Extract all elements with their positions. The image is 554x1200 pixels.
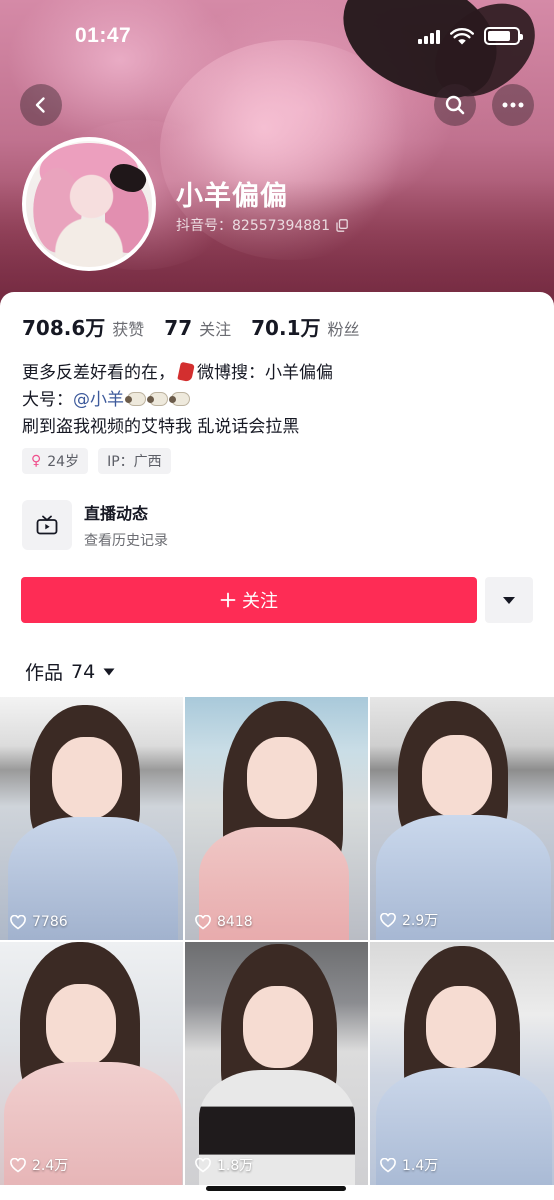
- like-count-text: 8418: [217, 914, 253, 930]
- heart-icon: [10, 1157, 26, 1172]
- douyin-id[interactable]: 抖音号：82557394881: [176, 215, 348, 235]
- thumbnail-art: [426, 986, 496, 1068]
- thumbnail-art: [46, 984, 116, 1066]
- thumbnail-art: [52, 737, 122, 819]
- thumbnail-art: [243, 986, 313, 1068]
- status-time: 01:47: [75, 24, 132, 47]
- like-count: 1.8万: [195, 1155, 253, 1175]
- tv-icon: [36, 515, 58, 535]
- live-text: 直播动态 查看历史记录: [84, 500, 168, 550]
- douyin-id-text: 抖音号：82557394881: [176, 218, 330, 234]
- stat-likes[interactable]: 708.6万 获赞: [22, 312, 144, 341]
- stat-label: 关注: [199, 320, 232, 339]
- heart-icon: [380, 1157, 396, 1172]
- stat-label: 获赞: [112, 320, 145, 339]
- tags-row: ♀ 24岁 IP：广西: [22, 448, 171, 474]
- video-thumbnail[interactable]: 2.4万: [0, 942, 183, 1185]
- bio-text: 大号：: [22, 390, 73, 410]
- recommend-dropdown-button[interactable]: [485, 577, 533, 623]
- video-thumbnail[interactable]: 1.8万: [185, 942, 368, 1185]
- like-count-text: 2.9万: [402, 913, 439, 929]
- avatar-art: [106, 158, 150, 198]
- like-count: 2.4万: [10, 1155, 68, 1175]
- video-thumbnail[interactable]: 1.4万: [370, 942, 554, 1185]
- scarf-emoji-icon: [177, 361, 195, 383]
- plus-icon: [220, 592, 236, 608]
- more-button[interactable]: [492, 84, 534, 126]
- avatar[interactable]: [22, 137, 156, 271]
- stats-row: 708.6万 获赞 77 关注 70.1万 粉丝: [22, 312, 360, 341]
- heart-icon: [10, 914, 26, 929]
- bio-line: 大号：@小羊: [22, 387, 333, 414]
- stat-number: 708.6万: [22, 316, 106, 340]
- ip-tag: IP：广西: [98, 448, 171, 474]
- back-button[interactable]: [20, 84, 62, 126]
- bio-text: 更多反差好看的在，: [22, 363, 175, 383]
- status-icons: [418, 27, 523, 45]
- like-count: 2.9万: [380, 910, 438, 930]
- heart-icon: [380, 912, 396, 927]
- works-count: 74: [71, 660, 96, 683]
- age-text: 24岁: [47, 454, 80, 470]
- follow-label: 关注: [242, 591, 278, 612]
- video-thumbnail[interactable]: 7786: [0, 697, 183, 940]
- search-icon: [445, 95, 465, 115]
- follow-button[interactable]: 关注: [21, 577, 477, 623]
- thumbnail-art: [422, 735, 492, 817]
- stat-label: 粉丝: [327, 320, 360, 339]
- caret-down-icon: [503, 596, 515, 604]
- copy-icon[interactable]: [336, 218, 348, 232]
- like-count: 8418: [195, 914, 253, 930]
- chevron-left-icon: [35, 97, 45, 113]
- stat-number: 77: [164, 316, 193, 340]
- thumbnail-art: [247, 737, 317, 819]
- battery-fill: [488, 31, 511, 41]
- nickname: 小羊偏偏: [176, 181, 288, 212]
- search-button[interactable]: [434, 84, 476, 126]
- ip-text: IP：广西: [107, 454, 162, 470]
- caret-down-icon: [103, 668, 115, 675]
- sheep-emoji-icon: [169, 392, 190, 406]
- video-thumbnail[interactable]: 2.9万: [370, 697, 554, 940]
- more-icon: [502, 102, 524, 108]
- live-history-entry[interactable]: 直播动态 查看历史记录: [22, 500, 168, 550]
- wifi-icon: [450, 27, 474, 44]
- like-count-text: 7786: [32, 914, 68, 930]
- female-icon: ♀: [31, 453, 42, 469]
- stat-followers[interactable]: 70.1万 粉丝: [251, 312, 359, 341]
- bio: 更多反差好看的在， 微博搜：小羊偏偏 大号：@小羊 刷到盗我视频的艾特我 乱说话会…: [22, 360, 333, 441]
- like-count: 1.4万: [380, 1155, 438, 1175]
- battery-icon: [484, 27, 523, 45]
- live-subtitle: 查看历史记录: [84, 533, 168, 549]
- stat-following[interactable]: 77 关注: [164, 316, 231, 340]
- bio-line: 更多反差好看的在， 微博搜：小羊偏偏: [22, 360, 333, 387]
- stat-number: 70.1万: [251, 316, 321, 340]
- sheep-emoji-icon: [125, 392, 146, 406]
- like-count: 7786: [10, 914, 68, 930]
- live-icon-box: [22, 500, 72, 550]
- tab-works[interactable]: 作品 74: [25, 658, 115, 685]
- like-count-text: 1.8万: [217, 1158, 254, 1174]
- video-thumbnail[interactable]: 8418: [185, 697, 368, 940]
- heart-icon: [195, 1157, 211, 1172]
- sheep-emoji-icon: [147, 392, 168, 406]
- signal-icon: [418, 28, 440, 44]
- live-title: 直播动态: [84, 504, 149, 523]
- heart-icon: [195, 914, 211, 929]
- works-label: 作品: [25, 662, 64, 684]
- like-count-text: 2.4万: [32, 1158, 69, 1174]
- like-count-text: 1.4万: [402, 1158, 439, 1174]
- video-grid: 7786 8418 2.9万 2.4万 1.8万 1.4万: [0, 697, 554, 1185]
- bio-text: 微博搜：小羊偏偏: [197, 363, 333, 383]
- age-tag: ♀ 24岁: [22, 448, 89, 474]
- home-indicator[interactable]: [206, 1186, 346, 1191]
- mention-link[interactable]: @小羊: [73, 390, 124, 410]
- bio-line: 刷到盗我视频的艾特我 乱说话会拉黑: [22, 417, 300, 437]
